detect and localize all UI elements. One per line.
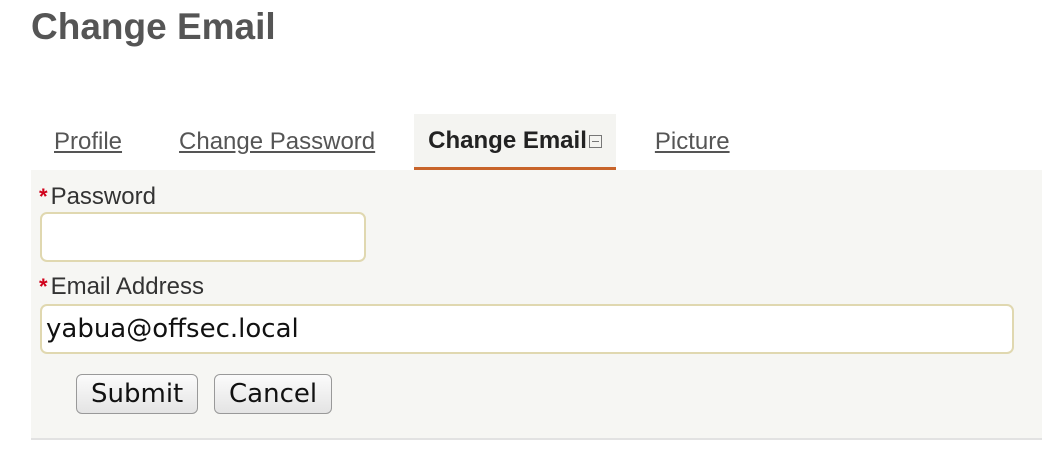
tab-label: Picture xyxy=(654,128,730,155)
required-marker: * xyxy=(39,184,48,209)
tab-change-password[interactable]: Change Password xyxy=(161,114,393,170)
email-label: * Email Address xyxy=(39,273,204,301)
password-label: * Password xyxy=(39,183,156,211)
password-field[interactable] xyxy=(40,212,366,262)
tab-label: Profile xyxy=(54,128,123,155)
collapse-icon[interactable] xyxy=(588,135,602,148)
tab-bar: Profile Change Password Change Email Pic… xyxy=(36,112,769,170)
cancel-button[interactable]: Cancel xyxy=(214,374,333,414)
password-label-text: Password xyxy=(50,183,156,210)
tab-label: Change Password xyxy=(179,128,376,155)
email-label-text: Email Address xyxy=(50,273,204,300)
tab-picture[interactable]: Picture xyxy=(637,114,748,170)
submit-button[interactable]: Submit xyxy=(76,374,199,414)
page-title: Change Email xyxy=(31,6,276,47)
change-email-form: *Password *Email Address Submit Cancel xyxy=(31,170,1042,440)
email-field[interactable] xyxy=(40,304,1014,354)
required-marker: * xyxy=(39,274,48,299)
tab-change-email[interactable]: Change Email xyxy=(414,114,616,170)
tab-profile[interactable]: Profile xyxy=(36,114,140,170)
tab-label: Change Email xyxy=(428,126,587,154)
